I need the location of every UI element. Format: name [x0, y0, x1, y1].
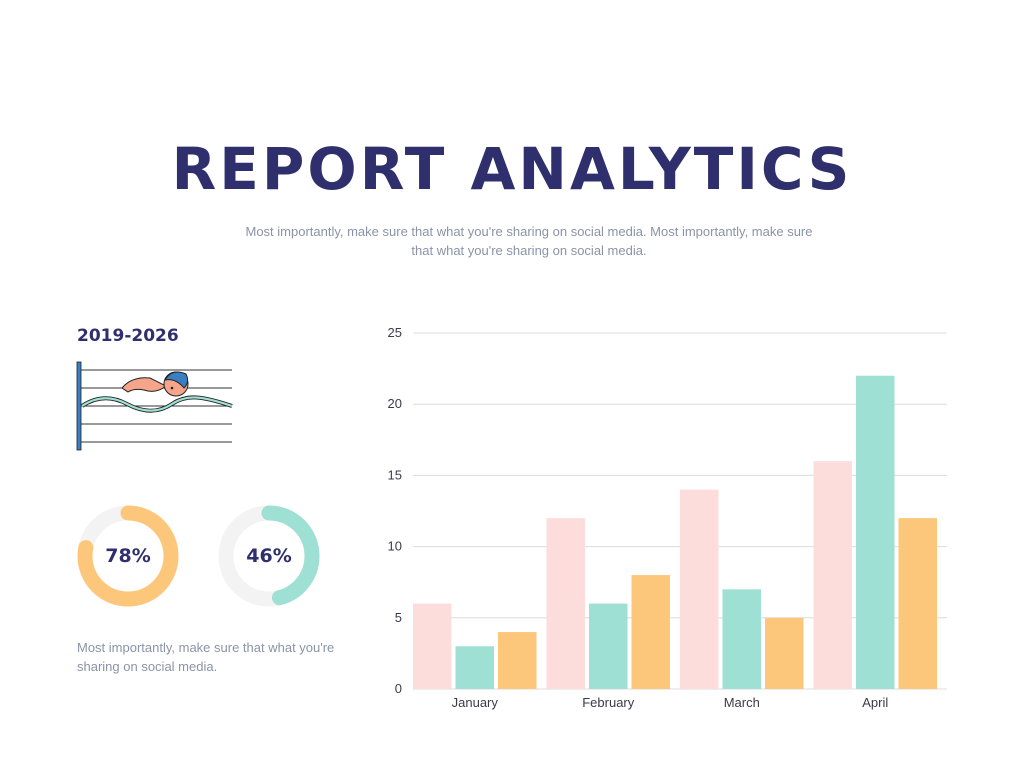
x-tick-label: January	[452, 695, 499, 710]
bar-chart: 0 5 10 15 20 25 January February March April	[380, 320, 960, 720]
bar	[813, 461, 852, 689]
caption-text: Most importantly, make sure that what yo…	[77, 640, 335, 674]
bar	[856, 375, 895, 689]
donut-value: 78%	[105, 545, 151, 567]
page-subtitle: Most importantly, make sure that what yo…	[245, 224, 813, 258]
bar	[722, 589, 761, 689]
x-tick-label: February	[582, 695, 635, 710]
bar	[765, 617, 804, 689]
y-tick-label: 0	[395, 681, 402, 696]
bar	[680, 489, 719, 689]
y-tick-label: 15	[388, 467, 402, 482]
bar	[455, 646, 494, 689]
bar	[498, 632, 537, 689]
donut-chart-78: 78%	[77, 505, 179, 607]
swimmer-icon	[72, 358, 242, 454]
y-tick-label: 10	[388, 539, 402, 554]
x-tick-label: April	[862, 695, 888, 710]
bar	[631, 575, 670, 689]
donut-chart-46: 46%	[218, 505, 320, 607]
y-tick-label: 5	[395, 610, 402, 625]
donut-value: 46%	[246, 545, 292, 567]
period-label: 2019-2026	[77, 326, 179, 346]
y-tick-label: 25	[388, 325, 402, 340]
bar	[546, 518, 585, 689]
bar	[898, 518, 937, 689]
page-title: REPORT ANALYTICS	[171, 135, 853, 203]
y-tick-label: 20	[388, 396, 402, 411]
bar	[413, 603, 452, 689]
bar	[589, 603, 628, 689]
x-tick-label: March	[724, 695, 760, 710]
